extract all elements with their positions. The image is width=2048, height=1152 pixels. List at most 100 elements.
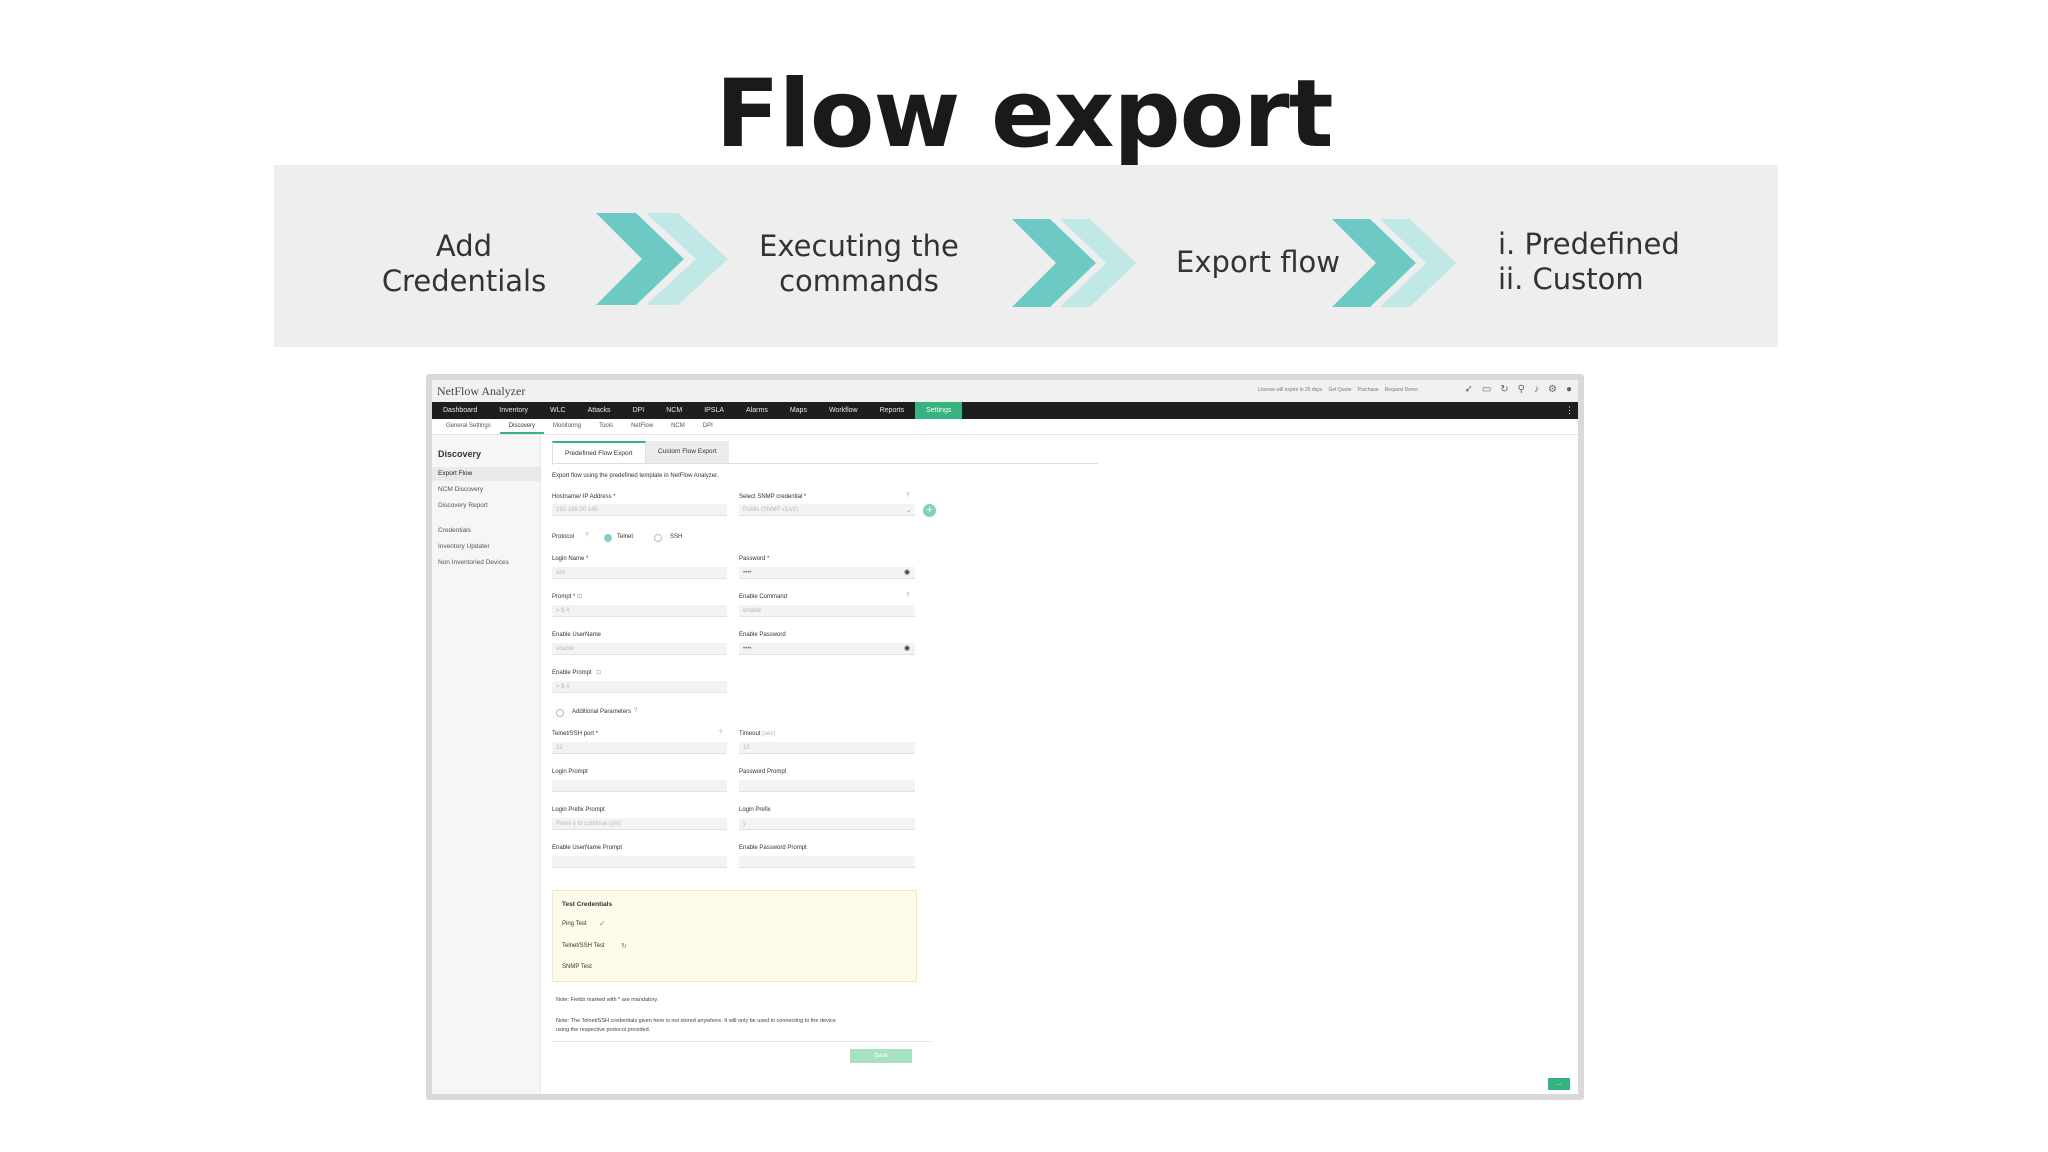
- login-prefix-input[interactable]: y: [739, 818, 915, 830]
- loading-icon: ↻: [621, 943, 627, 950]
- license-link[interactable]: License will expire in 25 days: [1258, 387, 1323, 393]
- purchase-link[interactable]: Purchase: [1358, 387, 1379, 393]
- step-3-line-1: Export flow: [1176, 245, 1340, 279]
- app-name: NetFlow Analyzer: [437, 384, 526, 398]
- nav-wlc[interactable]: WLC: [539, 402, 577, 419]
- test-credentials-panel: Test Credentials Ping Test ✓ Telnet/SSH …: [552, 890, 917, 982]
- step-1-line-1: Add: [435, 229, 493, 263]
- port-input[interactable]: 22: [552, 742, 727, 754]
- password-prompt-label: Password Prompt: [739, 769, 787, 775]
- help-icon[interactable]: ?: [906, 493, 909, 499]
- nav-maps[interactable]: Maps: [779, 402, 818, 419]
- save-button[interactable]: Save: [850, 1049, 912, 1063]
- step-executing-commands: Executing the commands: [744, 229, 974, 299]
- enable-username-label: Enable UserName: [552, 632, 602, 638]
- help-icon[interactable]: ?: [719, 730, 722, 736]
- nav-reports[interactable]: Reports: [869, 402, 916, 419]
- nav-ipsla[interactable]: IPSLA: [693, 402, 735, 419]
- more-menu-icon[interactable]: ⋮: [1565, 405, 1574, 416]
- enable-password-prompt-input[interactable]: [739, 856, 915, 868]
- sidebar-item-inventory-updater[interactable]: Inventory Updater: [432, 540, 540, 554]
- form-divider: [552, 1041, 932, 1042]
- subnav-discovery[interactable]: Discovery: [499, 419, 545, 434]
- sidebar-item-credentials[interactable]: Credentials: [432, 524, 540, 538]
- enable-username-prompt-input[interactable]: [552, 856, 727, 868]
- nav-settings[interactable]: Settings: [915, 402, 963, 419]
- monitor-icon[interactable]: ▭: [1482, 385, 1491, 395]
- tab-predefined-flow-export[interactable]: Predefined Flow Export: [552, 441, 646, 465]
- nav-alarms[interactable]: Alarms: [735, 402, 779, 419]
- subnav-monitoring[interactable]: Monitoring: [544, 419, 590, 434]
- corner-action-button[interactable]: ...: [1548, 1078, 1570, 1090]
- test-credentials-heading: Test Credentials: [562, 901, 613, 908]
- telnet-ssh-test-label: Telnet/SSH Test: [562, 943, 605, 949]
- login-name-input[interactable]: abc: [552, 567, 727, 579]
- nav-workflow[interactable]: Workflow: [818, 402, 869, 419]
- app-screenshot: NetFlow Analyzer License will expire in …: [426, 374, 1584, 1100]
- step-2-line-2: commands: [779, 264, 939, 298]
- get-quote-link[interactable]: Get Quote: [1328, 387, 1351, 393]
- password-prompt-input[interactable]: [739, 780, 915, 792]
- search-icon[interactable]: ⚲: [1518, 385, 1525, 395]
- password-label: Password *: [739, 556, 770, 562]
- rocket-icon[interactable]: ➶: [1464, 385, 1472, 395]
- enable-prompt-input[interactable]: > $ #: [552, 681, 727, 693]
- nav-dpi[interactable]: DPI: [622, 402, 656, 419]
- ssh-radio[interactable]: [654, 534, 662, 542]
- refresh-icon[interactable]: ↻: [1500, 385, 1508, 395]
- enable-username-prompt-label: Enable UserName Prompt: [552, 845, 623, 851]
- timeout-input[interactable]: 10: [739, 742, 915, 754]
- timeout-unit: (sec): [762, 731, 776, 737]
- app-window: NetFlow Analyzer License will expire in …: [432, 380, 1578, 1094]
- top-icons: ➶ ▭ ↻ ⚲ ♪ ⚙ ●: [1464, 385, 1572, 395]
- subnav-tools[interactable]: Tools: [590, 419, 622, 434]
- nav-inventory[interactable]: Inventory: [488, 402, 539, 419]
- additional-parameters-label: Additional Parameters: [572, 709, 632, 715]
- login-prompt-input[interactable]: [552, 780, 727, 792]
- password-input[interactable]: ••••: [739, 567, 915, 579]
- chevron-down-icon[interactable]: ⌄: [906, 507, 911, 514]
- login-prefix-prompt-input[interactable]: Press y to continue (y/n): [552, 818, 727, 830]
- sidebar-item-ncm-discovery[interactable]: NCM Discovery: [432, 483, 540, 497]
- sidebar-item-non-inventoried[interactable]: Non Inventoried Devices: [432, 556, 540, 570]
- tab-custom-flow-export[interactable]: Custom Flow Export: [646, 441, 729, 463]
- export-form: Predefined Flow Export Custom Flow Expor…: [540, 435, 1578, 1094]
- info-icon[interactable]: ⊡: [596, 669, 601, 676]
- sidebar-heading: Discovery: [438, 449, 482, 459]
- nav-attacks[interactable]: Attacks: [577, 402, 622, 419]
- nav-ncm[interactable]: NCM: [655, 402, 693, 419]
- bell-icon[interactable]: ♪: [1534, 385, 1539, 395]
- sidebar-item-export-flow[interactable]: Export Flow: [432, 467, 540, 481]
- enable-username-input[interactable]: enable: [552, 643, 727, 655]
- enable-command-input[interactable]: enable: [739, 605, 915, 617]
- enable-prompt-label: Enable Prompt: [552, 670, 592, 676]
- subnav-netflow[interactable]: NetFlow: [622, 419, 662, 434]
- prompt-input[interactable]: > $ #: [552, 605, 727, 617]
- hostname-input[interactable]: 192.168.50.145: [552, 504, 727, 516]
- user-icon[interactable]: ●: [1566, 385, 1572, 395]
- eye-icon[interactable]: ◉: [904, 568, 910, 576]
- login-prompt-label: Login Prompt: [552, 769, 588, 775]
- help-icon[interactable]: ?: [906, 593, 909, 599]
- gear-icon[interactable]: ⚙: [1548, 385, 1557, 395]
- login-prefix-label: Login Prefix: [739, 807, 771, 813]
- subnav-general-settings[interactable]: General Settings: [437, 419, 500, 434]
- add-snmp-icon[interactable]: +: [923, 504, 936, 517]
- subnav-dpi[interactable]: DPI: [694, 419, 722, 434]
- chevron-arrow-icon: [1332, 219, 1456, 307]
- telnet-radio[interactable]: [604, 534, 612, 542]
- help-icon[interactable]: ?: [634, 708, 637, 714]
- sidebar-item-discovery-report[interactable]: Discovery Report: [432, 499, 540, 513]
- subnav-ncm[interactable]: NCM: [662, 419, 694, 434]
- nav-dashboard[interactable]: Dashboard: [432, 402, 488, 419]
- app-header: NetFlow Analyzer License will expire in …: [432, 380, 1578, 402]
- eye-icon[interactable]: ◉: [904, 644, 910, 652]
- snmp-select[interactable]: Public (SNMP v1/v2): [739, 504, 915, 516]
- request-demo-link[interactable]: Request Demo: [1385, 387, 1418, 393]
- timeout-label: Timeout (sec): [739, 731, 775, 737]
- additional-parameters-toggle[interactable]: [556, 709, 564, 717]
- enable-password-input[interactable]: ••••: [739, 643, 915, 655]
- help-icon[interactable]: ?: [585, 533, 588, 539]
- tab-divider: [552, 463, 1098, 464]
- info-icon[interactable]: ⊡: [577, 593, 582, 600]
